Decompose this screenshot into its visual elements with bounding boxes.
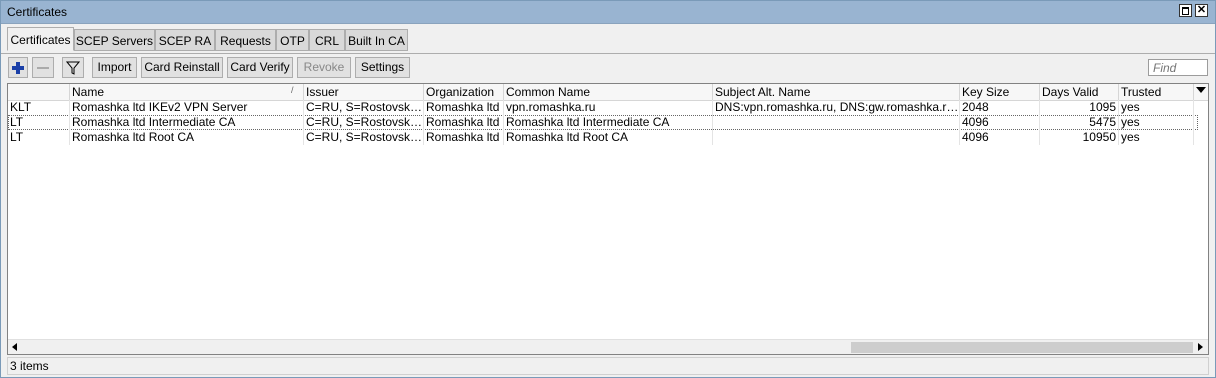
status-bar: 3 items [7, 357, 1209, 375]
cell-issuer: C=RU, S=Rostovskay... [306, 100, 424, 115]
toolbar: Import Card Reinstall Card Verify Revoke… [1, 57, 1215, 79]
cell-name: Romashka ltd IKEv2 VPN Server [70, 100, 304, 115]
cell-key-size: 4096 [960, 130, 1040, 145]
sort-icon: / [291, 85, 294, 95]
tab-crl[interactable]: CRL [309, 29, 345, 51]
cell-days-valid: 1095 [1040, 100, 1119, 115]
column-header-key-size[interactable]: Key Size [960, 84, 1040, 100]
tab-divider [1, 53, 1215, 54]
minus-icon [37, 67, 49, 69]
cell-organization: Romashka ltd [424, 115, 504, 130]
table-header: Name / Issuer Organization Common Name S… [8, 84, 1208, 101]
window-title: Certificates [7, 5, 68, 19]
cell-common-name: Romashka ltd Root CA [504, 130, 713, 145]
remove-button[interactable] [32, 57, 54, 78]
settings-button[interactable]: Settings [355, 57, 410, 78]
cell-trusted: yes [1119, 115, 1194, 130]
column-header-issuer[interactable]: Issuer [304, 84, 424, 100]
cell-organization: Romashka ltd [424, 100, 504, 115]
tab-scep-servers[interactable]: SCEP Servers [74, 29, 155, 51]
certificates-window: Certificates ✕ Certificates SCEP Servers… [0, 0, 1216, 378]
find-input[interactable] [1148, 59, 1208, 76]
cell-days-valid: 5475 [1040, 115, 1119, 130]
cell-name: Romashka ltd Root CA [70, 130, 304, 145]
scroll-left-icon[interactable] [12, 343, 17, 351]
cell-subject-alt-name [713, 130, 960, 145]
cell-subject-alt-name: DNS:vpn.romashka.ru, DNS:gw.romashka.ru,… [715, 100, 960, 115]
column-menu-icon[interactable] [1196, 87, 1206, 93]
cell-flags: LT [8, 115, 70, 130]
column-header-subject-alt-name[interactable]: Subject Alt. Name [713, 84, 960, 100]
cell-flags: KLT [8, 100, 70, 115]
cell-issuer: C=RU, S=Rostovskay... [306, 115, 424, 130]
column-header-flags[interactable] [8, 84, 70, 100]
column-header-name[interactable]: Name [70, 84, 304, 100]
table-row[interactable]: KLT Romashka ltd IKEv2 VPN Server C=RU, … [8, 100, 1198, 115]
cell-subject-alt-name [713, 115, 960, 130]
column-header-organization[interactable]: Organization [424, 84, 504, 100]
cell-trusted: yes [1119, 130, 1194, 145]
add-button[interactable] [8, 57, 28, 78]
plus-icon [12, 62, 24, 74]
filter-button[interactable] [62, 57, 84, 78]
cell-key-size: 2048 [960, 100, 1040, 115]
tab-requests[interactable]: Requests [215, 29, 276, 51]
close-icon[interactable]: ✕ [1195, 4, 1208, 17]
column-header-common-name[interactable]: Common Name [504, 84, 713, 100]
maximize-icon[interactable] [1179, 4, 1192, 17]
tab-otp[interactable]: OTP [276, 29, 309, 51]
column-header-trusted[interactable]: Trusted [1119, 84, 1194, 100]
scrollbar-thumb[interactable] [851, 342, 1193, 353]
cell-organization: Romashka ltd [424, 130, 504, 145]
title-bar[interactable]: Certificates ✕ [1, 1, 1215, 24]
cell-flags: LT [8, 130, 70, 145]
tab-certificates[interactable]: Certificates [7, 27, 74, 51]
horizontal-scrollbar[interactable] [8, 339, 1208, 354]
filter-icon [65, 61, 81, 75]
tab-built-in-ca[interactable]: Built In CA [345, 29, 408, 51]
column-header-days-valid[interactable]: Days Valid [1040, 84, 1119, 100]
table-row[interactable]: LT Romashka ltd Root CA C=RU, S=Rostovsk… [8, 130, 1198, 145]
tab-scep-ra[interactable]: SCEP RA [155, 29, 215, 51]
table-row[interactable]: LT Romashka ltd Intermediate CA C=RU, S=… [8, 115, 1198, 130]
import-button[interactable]: Import [92, 57, 137, 78]
cell-issuer: C=RU, S=Rostovskay... [306, 130, 424, 145]
cell-key-size: 4096 [960, 115, 1040, 130]
card-verify-button[interactable]: Card Verify [227, 57, 293, 78]
cell-common-name: Romashka ltd Intermediate CA [504, 115, 713, 130]
card-reinstall-button[interactable]: Card Reinstall [141, 57, 223, 78]
cell-trusted: yes [1119, 100, 1194, 115]
revoke-button[interactable]: Revoke [297, 57, 351, 78]
scroll-right-icon[interactable] [1198, 343, 1203, 351]
certificates-table: Name / Issuer Organization Common Name S… [7, 83, 1209, 355]
cell-name: Romashka ltd Intermediate CA [70, 115, 304, 130]
cell-days-valid: 10950 [1040, 130, 1119, 145]
cell-common-name: vpn.romashka.ru [504, 100, 713, 115]
